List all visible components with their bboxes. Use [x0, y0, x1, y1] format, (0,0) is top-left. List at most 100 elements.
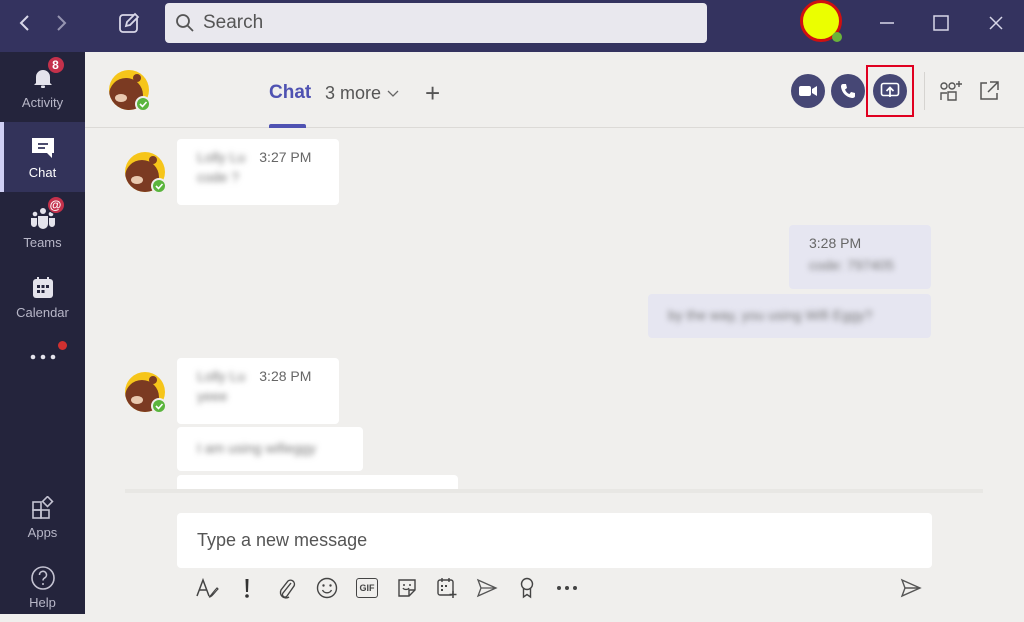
close-icon [989, 16, 1003, 30]
sidebar-item-more[interactable] [0, 332, 85, 382]
sender-name: Lolly Lu [197, 149, 246, 165]
compose-divider [125, 489, 983, 493]
sticker-button[interactable] [393, 574, 421, 602]
exclamation-icon [245, 579, 249, 598]
video-camera-icon [799, 86, 817, 96]
chevron-down-icon [387, 90, 399, 97]
message-bubble[interactable]: Lolly Lu 3:27 PM code ? [177, 139, 339, 205]
sidebar-item-calendar[interactable]: Calendar [0, 262, 85, 332]
compose-icon [119, 12, 140, 33]
sender-avatar [125, 152, 169, 201]
chevron-right-icon [57, 15, 67, 31]
teams-mention-badge: @ [46, 196, 65, 214]
contact-avatar[interactable] [109, 70, 153, 119]
sender-avatar [125, 372, 169, 421]
attach-button[interactable] [273, 574, 301, 602]
search-placeholder: Search [203, 12, 264, 33]
share-screen-highlight [866, 65, 914, 117]
activity-badge: 8 [46, 56, 65, 74]
back-button[interactable] [12, 10, 38, 36]
video-call-button[interactable] [791, 74, 825, 108]
add-people-icon [940, 81, 962, 101]
active-tab-indicator [269, 124, 306, 128]
tab-more-label: 3 more [325, 83, 382, 103]
header-divider [924, 72, 925, 110]
message-input[interactable] [197, 530, 932, 551]
gif-label: GIF [359, 583, 375, 593]
send-outline-icon [476, 578, 498, 598]
maximize-button[interactable] [928, 10, 954, 36]
sidebar-item-label: Calendar [16, 305, 69, 320]
message-list: Lolly Lu 3:27 PM code ? 3:28 PM code: 79… [85, 129, 1024, 491]
app-bar: 8 Activity Chat @ Teams Calendar Apps He… [0, 52, 85, 614]
sidebar-item-label: Chat [28, 165, 57, 180]
forward-button[interactable] [48, 10, 74, 36]
more-icon [557, 586, 577, 590]
praise-button[interactable] [513, 574, 541, 602]
search-input[interactable]: Search [165, 3, 707, 43]
chat-header: Chat 3 more + [85, 52, 1024, 128]
search-icon [176, 14, 194, 32]
help-icon [30, 566, 55, 590]
message-text: yeee [197, 388, 228, 404]
calendar-add-icon [437, 578, 457, 598]
message-text: by the way, you using Wifi Eggy? [668, 307, 873, 323]
emoji-button[interactable] [313, 574, 341, 602]
phone-icon [841, 84, 855, 98]
message-time: 3:28 PM [809, 235, 862, 251]
message-bubble[interactable]: I am using wifieggy [177, 427, 363, 471]
title-bar: Search [0, 0, 1024, 52]
message-text: code ? [197, 169, 240, 185]
message-bubble[interactable]: Lolly Lu 3:28 PM yeee [177, 358, 339, 424]
gif-button[interactable]: GIF [353, 574, 381, 602]
gif-icon: GIF [356, 578, 378, 598]
bear-avatar-icon [125, 152, 167, 194]
format-button[interactable] [193, 574, 221, 602]
close-button[interactable] [983, 10, 1009, 36]
message-bubble-self[interactable]: 3:28 PM code: 797405 [789, 225, 931, 289]
bear-avatar-icon [109, 70, 151, 112]
send-icon [900, 578, 922, 598]
format-text-icon [196, 577, 219, 598]
sidebar-item-help[interactable]: Help [0, 552, 85, 622]
schedule-meeting-button[interactable] [433, 574, 461, 602]
calendar-icon [32, 277, 53, 298]
new-chat-button[interactable] [114, 8, 144, 38]
message-bubble-self[interactable]: by the way, you using Wifi Eggy? [648, 294, 931, 338]
tab-chat[interactable]: Chat [269, 82, 311, 104]
more-icon [30, 354, 55, 360]
minimize-button[interactable] [874, 10, 900, 36]
important-button[interactable] [233, 574, 261, 602]
sidebar-item-label: Activity [21, 95, 64, 110]
message-text: I am using wifieggy [197, 440, 317, 456]
sidebar-item-label: Apps [27, 525, 58, 540]
more-notification-dot [58, 341, 67, 350]
chevron-left-icon [19, 15, 29, 31]
message-time: 3:27 PM [259, 149, 312, 165]
bear-avatar-icon [125, 372, 167, 414]
more-options-button[interactable] [553, 574, 581, 602]
tab-more-dropdown[interactable]: 3 more [325, 83, 399, 104]
add-tab-button[interactable]: + [425, 78, 440, 109]
sidebar-item-apps[interactable]: Apps [0, 482, 85, 552]
minimize-icon [880, 22, 894, 24]
sidebar-item-chat[interactable]: Chat [0, 122, 85, 192]
audio-call-button[interactable] [831, 74, 865, 108]
sidebar-item-activity[interactable]: 8 Activity [0, 52, 85, 122]
pop-out-button[interactable] [976, 78, 1002, 104]
pop-out-icon [980, 81, 999, 100]
chat-icon [31, 138, 54, 158]
emoji-icon [316, 577, 338, 599]
stream-button[interactable] [473, 574, 501, 602]
apps-icon [31, 496, 54, 519]
sidebar-item-label: Teams [23, 235, 62, 250]
paperclip-icon [279, 579, 296, 599]
sidebar-item-label: Help [29, 595, 56, 610]
add-people-button[interactable] [938, 78, 964, 104]
message-compose-box[interactable] [177, 513, 932, 568]
message-time: 3:28 PM [259, 368, 312, 384]
sidebar-item-teams[interactable]: @ Teams [0, 192, 85, 262]
maximize-icon [933, 15, 949, 31]
message-text: code: 797405 [809, 257, 894, 273]
send-button[interactable] [897, 574, 925, 602]
